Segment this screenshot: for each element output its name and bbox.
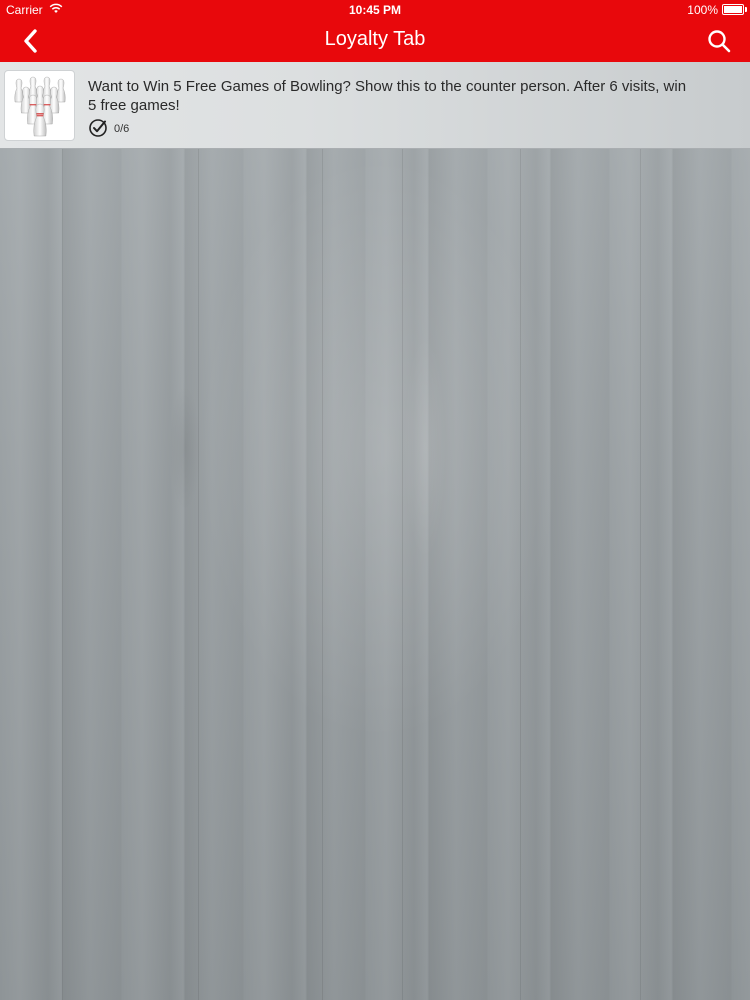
page-title: Loyalty Tab [324, 28, 426, 50]
battery-percent: 100% [687, 3, 718, 17]
clock: 10:45 PM [348, 3, 402, 17]
search-button[interactable] [702, 25, 736, 57]
loyalty-message: Want to Win 5 Free Games of Bowling? Sho… [88, 78, 687, 114]
app-screen: Carrier 10:45 PM 100% Loyalty Tab Want t… [0, 0, 750, 1000]
loyalty-card[interactable]: Want to Win 5 Free Games of Bowling? Sho… [0, 62, 750, 149]
search-icon [708, 30, 731, 53]
visit-count: 0/6 [114, 123, 130, 135]
wood-background [0, 148, 750, 1000]
battery-icon [722, 4, 747, 15]
status-bar: Carrier 10:45 PM 100% [0, 0, 750, 20]
checkmark-circle-icon [89, 119, 107, 137]
bowling-pins-icon [4, 70, 75, 141]
header-bar: Carrier 10:45 PM 100% Loyalty Tab [0, 0, 750, 62]
navigation-bar: Loyalty Tab [0, 20, 750, 62]
